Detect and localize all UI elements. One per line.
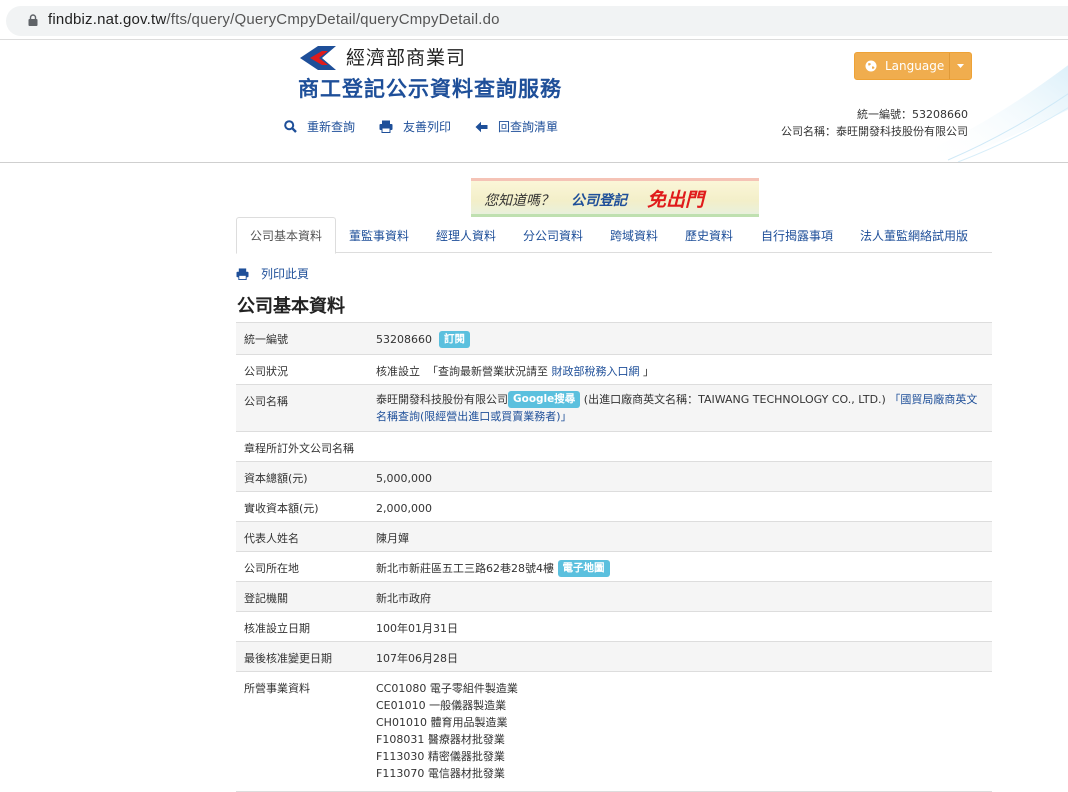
subscribe-button[interactable]: 訂閱 (439, 331, 470, 348)
company-name: 泰旺開發科技股份有限公司 (376, 393, 508, 406)
table-row: 公司狀況 核准設立 「查詢最新營業狀況請至 財政部稅務入口網 」 (236, 355, 992, 385)
language-label: Language (885, 59, 945, 73)
table-row: 統一編號 53208660 訂閱 (236, 323, 992, 355)
business-item: CC01080 電子零組件製造業 (376, 682, 518, 695)
site-header: 經濟部商業司 商工登記公示資料查詢服務 重新查詢 友善列印 回查詢清單 Lang… (0, 40, 1068, 163)
banner-free: 免出門 (647, 189, 705, 211)
tab-directors[interactable]: 董監事資料 (349, 217, 409, 253)
english-name: (出進口廠商英文名稱：TAIWANG TECHNOLOGY CO., LTD.) (583, 393, 886, 406)
row-label: 公司名稱 (244, 395, 288, 408)
business-list: CC01080 電子零組件製造業 CE01010 一般儀器製造業 CH01010… (376, 680, 982, 782)
row-label: 核准設立日期 (244, 622, 310, 635)
ministry-name: 經濟部商業司 (346, 47, 467, 69)
print-icon (236, 267, 249, 280)
business-item: F108031 醫療器材批發業 (376, 733, 505, 746)
globe-icon (865, 60, 877, 72)
table-row: 核准設立日期 100年01月31日 (236, 612, 992, 642)
tab-history[interactable]: 歷史資料 (685, 217, 733, 253)
banner-question: 您知道嗎？ (484, 193, 554, 209)
row-label: 公司狀況 (244, 365, 288, 378)
row-label: 資本總額(元) (244, 472, 308, 485)
representative: 陳月嬋 (376, 532, 409, 545)
business-item: CH01010 體育用品製造業 (376, 716, 508, 729)
requery-link[interactable]: 重新查詢 (284, 118, 355, 135)
establishment-date: 100年01月31日 (376, 622, 458, 635)
table-row: 章程所訂外文公司名稱 (236, 432, 992, 462)
requery-label: 重新查詢 (307, 120, 356, 134)
row-value: 新北市新莊區五工三路62巷28號4樓 電子地圖 (368, 552, 992, 581)
tab-self-disclosure[interactable]: 自行揭露事項 (761, 217, 833, 253)
tab-basic-info[interactable]: 公司基本資料 (236, 217, 337, 254)
paid-in-capital: 2,000,000 (376, 502, 432, 515)
back-to-list-link[interactable]: 回查詢清單 (475, 118, 558, 135)
table-row: 最後核准變更日期 107年06月28日 (236, 642, 992, 672)
table-row: 資本總額(元) 5,000,000 (236, 462, 992, 492)
promo-banner[interactable]: 您知道嗎？ 公司登記 免出門 (471, 178, 759, 217)
search-icon (284, 120, 297, 133)
row-value: 核准設立 「查詢最新營業狀況請至 財政部稅務入口網 」 (368, 355, 992, 384)
company-id-summary: 統一編號：53208660 公司名稱：泰旺開發科技股份有限公司 (781, 106, 968, 140)
row-value: CC01080 電子零組件製造業 CE01010 一般儀器製造業 CH01010… (368, 672, 992, 791)
print-label: 友善列印 (403, 120, 452, 134)
url-host: findbiz.nat.gov.tw (48, 11, 167, 28)
row-value: 泰旺開發科技股份有限公司 Google搜尋 (出進口廠商英文名稱：TAIWANG … (368, 385, 992, 431)
tab-branches[interactable]: 分公司資料 (523, 217, 583, 253)
print-icon (379, 120, 393, 133)
foreign-name (376, 432, 992, 461)
table-row: 代表人姓名 陳月嬋 (236, 522, 992, 552)
business-item: F113070 電信器材批發業 (376, 767, 505, 780)
registration-authority: 新北市政府 (376, 592, 431, 605)
table-row: 實收資本額(元) 2,000,000 (236, 492, 992, 522)
lock-icon (28, 14, 38, 26)
banner-registration: 公司登記 (571, 193, 627, 209)
back-label: 回查詢清單 (498, 120, 559, 134)
google-search-button[interactable]: Google搜尋 (508, 391, 581, 408)
tab-director-network[interactable]: 法人董監網絡試用版 (860, 217, 968, 253)
section-title: 公司基本資料 (237, 296, 345, 317)
detail-tabs: 公司基本資料 董監事資料 經理人資料 分公司資料 跨域資料 歷史資料 自行揭露事… (236, 217, 992, 254)
language-button[interactable]: Language (854, 52, 972, 80)
company-detail-table: 統一編號 53208660 訂閱 公司狀況 核准設立 「查詢最新營業狀況請至 財… (236, 322, 992, 792)
print-page-link[interactable]: 列印此頁 (236, 265, 309, 282)
business-item: CE01010 一般儀器製造業 (376, 699, 507, 712)
company-address: 新北市新莊區五工三路62巷28號4樓 (376, 562, 554, 575)
table-row: 所營事業資料 CC01080 電子零組件製造業 CE01010 一般儀器製造業 … (236, 672, 992, 792)
row-label: 統一編號 (244, 333, 288, 346)
company-status: 核准設立 (376, 365, 420, 378)
row-label: 代表人姓名 (244, 532, 299, 545)
tab-cross-domain[interactable]: 跨域資料 (610, 217, 658, 253)
row-label: 實收資本額(元) (244, 502, 319, 515)
map-button[interactable]: 電子地圖 (557, 560, 610, 577)
table-row: 公司名稱 泰旺開發科技股份有限公司 Google搜尋 (出進口廠商英文名稱：TAI… (236, 385, 992, 432)
url-text[interactable]: findbiz.nat.gov.tw/fts/query/QueryCmpyDe… (48, 11, 500, 28)
last-change-date: 107年06月28日 (376, 652, 458, 665)
row-label: 章程所訂外文公司名稱 (244, 442, 354, 455)
status-note: 「查詢最新營業狀況請至 (427, 365, 548, 378)
friendly-print-link[interactable]: 友善列印 (379, 118, 451, 135)
row-label: 登記機關 (244, 592, 288, 605)
browser-address-bar: findbiz.nat.gov.tw/fts/query/QueryCmpyDe… (0, 0, 1068, 40)
tax-portal-link[interactable]: 財政部稅務入口網 (552, 365, 640, 378)
table-row: 公司所在地 新北市新莊區五工三路62巷28號4樓 電子地圖 (236, 552, 992, 582)
print-page-label: 列印此頁 (261, 267, 310, 281)
arrow-left-icon (475, 121, 488, 132)
summary-id: 統一編號：53208660 (857, 108, 968, 121)
ministry-logo-icon (300, 46, 336, 70)
row-label: 最後核准變更日期 (244, 652, 332, 665)
summary-name: 公司名稱：泰旺開發科技股份有限公司 (781, 125, 968, 138)
tab-managers[interactable]: 經理人資料 (436, 217, 496, 253)
service-title[interactable]: 商工登記公示資料查詢服務 (298, 73, 562, 103)
caret-down-icon[interactable] (949, 53, 971, 79)
unified-number: 53208660 (376, 333, 432, 346)
business-item: F113030 精密儀器批發業 (376, 750, 505, 763)
header-nav: 重新查詢 友善列印 回查詢清單 (284, 118, 582, 135)
table-row: 登記機關 新北市政府 (236, 582, 992, 612)
row-value: 53208660 訂閱 (368, 323, 992, 354)
row-label: 公司所在地 (244, 562, 299, 575)
url-path: /fts/query/QueryCmpyDetail/queryCmpyDeta… (166, 11, 500, 28)
row-label: 所營事業資料 (244, 682, 310, 695)
status-note-end: 」 (643, 365, 654, 378)
total-capital: 5,000,000 (376, 472, 432, 485)
